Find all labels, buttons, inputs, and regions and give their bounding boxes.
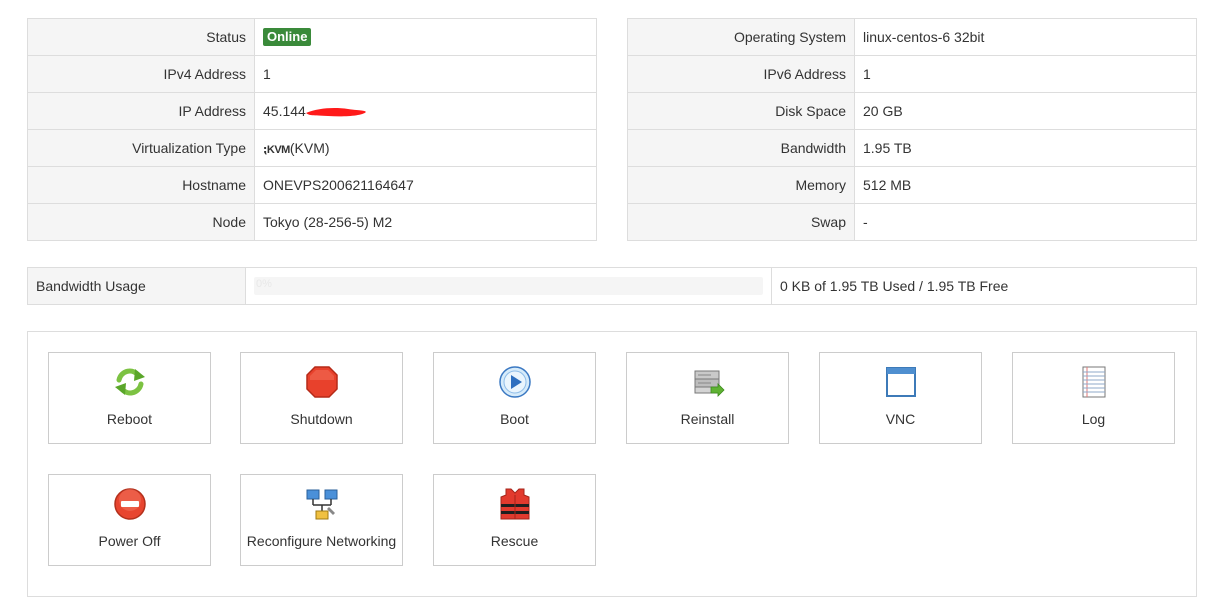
reboot-label: Reboot <box>106 411 153 427</box>
info-row-virtualization: Virtualization Type ⁏KVM(KVM) <box>27 129 597 167</box>
info-row-bandwidth: Bandwidth 1.95 TB <box>627 129 1197 167</box>
bandwidth-value: 1.95 TB <box>854 129 1197 167</box>
rescue-icon <box>498 487 532 521</box>
node-label: Node <box>27 203 255 241</box>
reinstall-button[interactable]: Reinstall <box>626 352 789 444</box>
status-badge: Online <box>263 28 312 46</box>
network-icon <box>305 487 339 521</box>
boot-button[interactable]: Boot <box>433 352 596 444</box>
shutdown-icon <box>305 365 339 399</box>
vnc-label: VNC <box>885 411 916 427</box>
bandwidth-label: Bandwidth <box>627 129 855 167</box>
reboot-button[interactable]: Reboot <box>48 352 211 444</box>
boot-label: Boot <box>500 411 529 427</box>
info-row-hostname: Hostname ONEVPS200621164647 <box>27 166 597 204</box>
vnc-button[interactable]: VNC <box>819 352 982 444</box>
info-row-ipv4: IPv4 Address 1 <box>27 55 597 93</box>
swap-value: - <box>854 203 1197 241</box>
hostname-label: Hostname <box>27 166 255 204</box>
power-off-label: Power Off <box>98 533 161 549</box>
ipv6-value: 1 <box>854 55 1197 93</box>
reconfigure-networking-label: Reconfigure Networking <box>246 533 397 549</box>
log-icon <box>1077 365 1111 399</box>
os-value: linux-centos-6 32bit <box>854 18 1197 56</box>
reinstall-label: Reinstall <box>680 411 735 427</box>
rescue-button[interactable]: Rescue <box>433 474 596 566</box>
node-value: Tokyo (28-256-5) M2 <box>254 203 597 241</box>
info-row-ipv6: IPv6 Address 1 <box>627 55 1197 93</box>
vps-overview-page: Status Online IPv4 Address 1 IP Address … <box>0 0 1218 599</box>
info-row-disk: Disk Space 20 GB <box>627 92 1197 130</box>
info-row-node: Node Tokyo (28-256-5) M2 <box>27 203 597 241</box>
ipv4-value: 1 <box>254 55 597 93</box>
info-row-status: Status Online <box>27 18 597 56</box>
swap-label: Swap <box>627 203 855 241</box>
reconfigure-networking-button[interactable]: Reconfigure Networking <box>240 474 403 566</box>
virtualization-value: (KVM) <box>289 140 330 156</box>
shutdown-button[interactable]: Shutdown <box>240 352 403 444</box>
actions-panel: Reboot Shutdown Boot Reinstall VNC Log P… <box>27 331 1197 597</box>
reboot-icon <box>113 365 147 399</box>
bandwidth-progress-bar: 0% <box>254 277 763 295</box>
disk-value: 20 GB <box>854 92 1197 130</box>
memory-label: Memory <box>627 166 855 204</box>
redaction-mark <box>305 108 366 117</box>
server-info-table-left: Status Online IPv4 Address 1 IP Address … <box>27 18 597 241</box>
ip-label: IP Address <box>27 92 255 130</box>
reinstall-icon <box>691 365 725 399</box>
ipv6-label: IPv6 Address <box>627 55 855 93</box>
info-row-swap: Swap - <box>627 203 1197 241</box>
memory-value: 512 MB <box>854 166 1197 204</box>
ipv4-label: IPv4 Address <box>27 55 255 93</box>
info-row-memory: Memory 512 MB <box>627 166 1197 204</box>
disk-label: Disk Space <box>627 92 855 130</box>
hostname-value: ONEVPS200621164647 <box>254 166 597 204</box>
log-label: Log <box>1081 411 1106 427</box>
bandwidth-progress-text: 0% <box>256 278 272 290</box>
info-row-ip: IP Address 45.144 <box>27 92 597 130</box>
boot-icon <box>498 365 532 399</box>
vnc-icon <box>884 365 918 399</box>
bandwidth-usage-label: Bandwidth Usage <box>27 267 246 305</box>
bandwidth-usage-summary: 0 KB of 1.95 TB Used / 1.95 TB Free <box>771 267 1197 305</box>
rescue-label: Rescue <box>490 533 539 549</box>
bandwidth-usage-table: Bandwidth Usage 0% 0 KB of 1.95 TB Used … <box>27 267 1197 305</box>
server-info-table-right: Operating System linux-centos-6 32bit IP… <box>627 18 1197 241</box>
virtualization-label: Virtualization Type <box>27 129 255 167</box>
kvm-logo: ⁏KVM <box>263 144 290 156</box>
info-row-os: Operating System linux-centos-6 32bit <box>627 18 1197 56</box>
ip-value: 45.144 <box>263 102 306 119</box>
power-off-button[interactable]: Power Off <box>48 474 211 566</box>
power-off-icon <box>113 487 147 521</box>
os-label: Operating System <box>627 18 855 56</box>
shutdown-label: Shutdown <box>290 411 353 427</box>
status-label: Status <box>27 18 255 56</box>
log-button[interactable]: Log <box>1012 352 1175 444</box>
